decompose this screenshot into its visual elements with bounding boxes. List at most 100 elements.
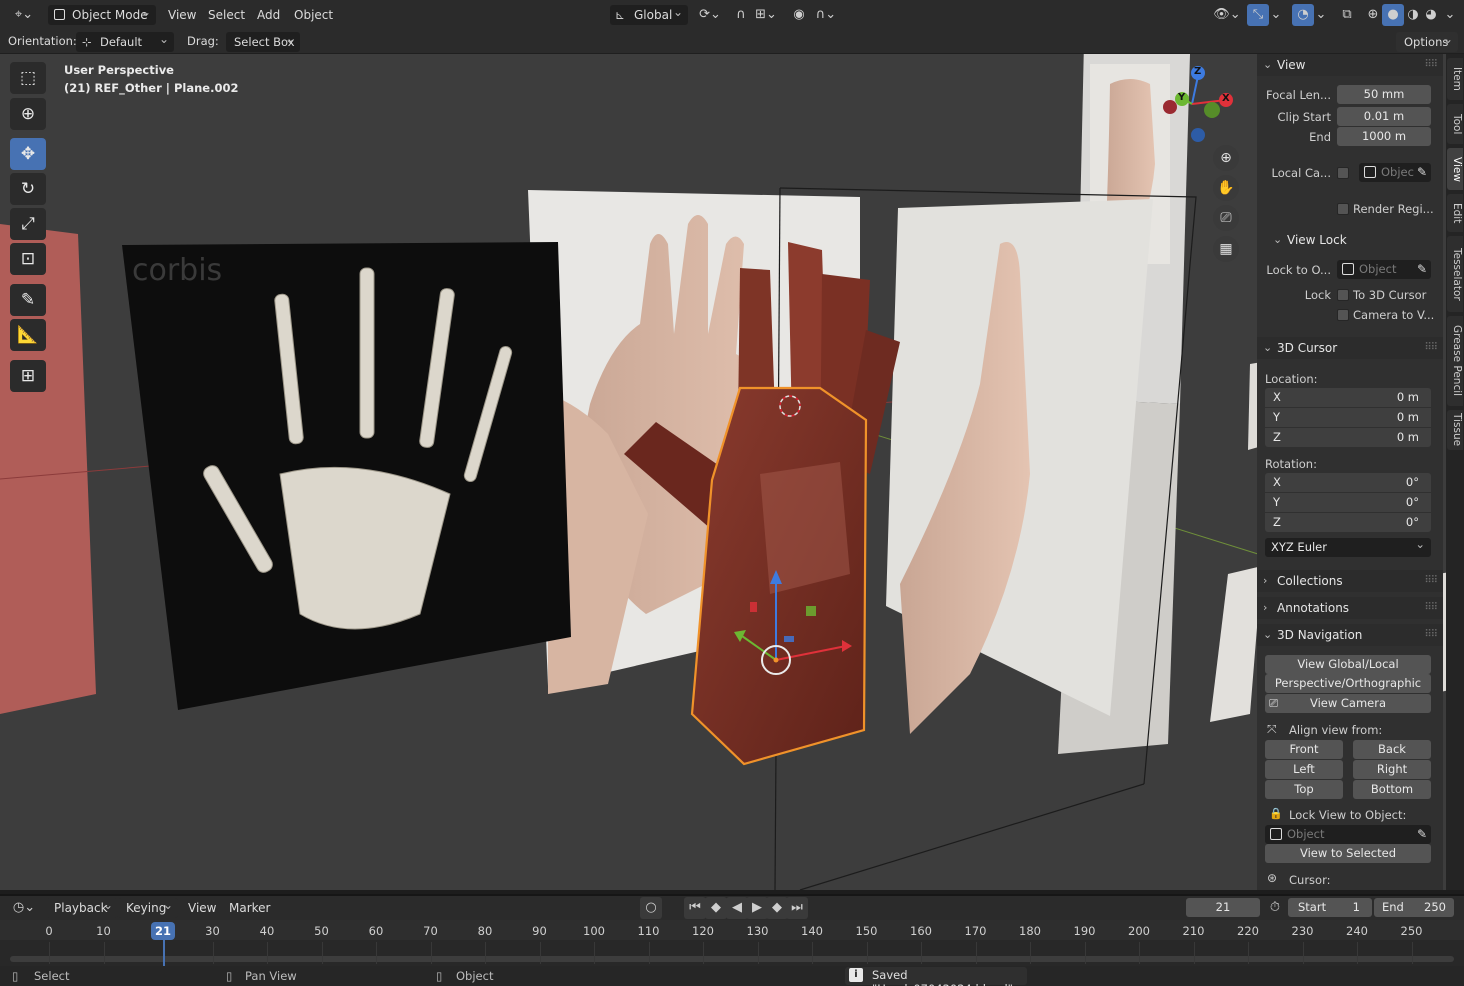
overlay-dropdown-icon[interactable]: ⌄ — [1314, 4, 1328, 26]
marker-menu[interactable]: Marker — [229, 897, 270, 919]
view-lock-header[interactable]: ⌄ View Lock — [1267, 229, 1443, 251]
menu-add[interactable]: Add — [257, 4, 280, 26]
location-x-field[interactable]: X 0 m — [1265, 388, 1431, 407]
drag-grip-icon[interactable]: ⠿⠿ — [1424, 570, 1438, 592]
rotation-mode-dropdown[interactable]: XYZ Euler — [1265, 535, 1431, 557]
falloff-icon[interactable]: ∩⌄ — [812, 4, 840, 26]
view-to-selected-button[interactable]: View to Selected — [1265, 844, 1431, 863]
keying-menu[interactable]: Keying — [118, 895, 178, 918]
scale-tool-icon[interactable]: ⤢ — [10, 208, 46, 240]
clip-end-field[interactable]: 1000 m — [1337, 127, 1431, 146]
snap-target-icon[interactable]: ⊞⌄ — [752, 4, 780, 26]
tab-grease-pencil[interactable]: Grease Pencil — [1447, 316, 1463, 406]
align-right-button[interactable]: Right — [1353, 760, 1431, 779]
pivot-point-icon[interactable]: ⟳⌄ — [696, 4, 724, 26]
drag-grip-icon[interactable]: ⠿⠿ — [1424, 597, 1438, 619]
play-icon[interactable]: ▶ — [746, 897, 768, 919]
playhead-line[interactable] — [163, 938, 165, 966]
menu-view[interactable]: View — [168, 4, 196, 26]
drag-grip-icon[interactable]: ⠿⠿ — [1424, 624, 1438, 646]
location-y-field[interactable]: Y 0 m — [1265, 408, 1431, 427]
tab-view[interactable]: View — [1447, 148, 1463, 190]
wireframe-shading-icon[interactable]: ⊕ — [1362, 4, 1384, 26]
rotate-tool-icon[interactable]: ↻ — [10, 173, 46, 205]
tab-tesselator[interactable]: Tesselator — [1447, 236, 1463, 312]
ortho-grid-icon[interactable]: ▦ — [1213, 236, 1239, 262]
snap-icon[interactable]: ∩ — [730, 4, 752, 26]
add-cube-tool-icon[interactable]: ⊞ — [10, 360, 46, 392]
lock-to-object-field[interactable]: Object ✎ — [1337, 260, 1431, 279]
local-camera-checkbox[interactable] — [1337, 167, 1349, 179]
annotations-panel-header[interactable]: › Annotations ⠿⠿ — [1257, 597, 1443, 619]
view-global-local-button[interactable]: View Global/Local — [1265, 655, 1431, 674]
record-icon[interactable]: ○ — [640, 897, 662, 919]
align-back-button[interactable]: Back — [1353, 740, 1431, 759]
overlay-toggle-icon[interactable]: ◔ — [1292, 4, 1314, 26]
options-dropdown[interactable]: Options — [1396, 29, 1458, 52]
lock-view-object-field[interactable]: Object ✎ — [1265, 825, 1431, 844]
menu-select[interactable]: Select — [208, 4, 245, 26]
align-front-button[interactable]: Front — [1265, 740, 1343, 759]
transform-tool-icon[interactable]: ⊡ — [10, 243, 46, 275]
drag-grip-icon[interactable]: ⠿⠿ — [1424, 54, 1438, 76]
menu-object[interactable]: Object — [294, 4, 333, 26]
eyedropper-icon[interactable]: ✎ — [1417, 163, 1427, 182]
navigation-panel-header[interactable]: ⌄ 3D Navigation ⠿⠿ — [1257, 624, 1443, 646]
view-camera-button[interactable]: ⎚ View Camera — [1265, 694, 1431, 713]
current-frame-field[interactable]: 21 — [1186, 898, 1260, 917]
tab-edit[interactable]: Edit — [1447, 194, 1463, 232]
frame-start-field[interactable]: Start 1 — [1288, 898, 1372, 917]
next-keyframe-icon[interactable]: ◆ — [766, 897, 788, 919]
xray-icon[interactable]: ⧉ — [1336, 4, 1358, 26]
tab-item[interactable]: Item — [1447, 58, 1463, 100]
mode-dropdown[interactable]: Object Mode — [48, 2, 156, 25]
visibility-icon[interactable]: 👁⌄ — [1212, 4, 1242, 26]
play-reverse-icon[interactable]: ◀ — [726, 897, 748, 919]
clip-start-field[interactable]: 0.01 m — [1337, 107, 1431, 126]
collections-panel-header[interactable]: › Collections ⠿⠿ — [1257, 570, 1443, 592]
frame-end-field[interactable]: End 250 — [1374, 898, 1454, 917]
move-tool-icon[interactable]: ✥ — [10, 138, 46, 170]
render-region-checkbox[interactable] — [1337, 203, 1349, 215]
to-3d-cursor-checkbox[interactable] — [1337, 289, 1349, 301]
focal-length-field[interactable]: 50 mm — [1337, 85, 1431, 104]
rendered-shading-icon[interactable]: ◕ — [1420, 4, 1442, 26]
zoom-icon[interactable]: ⊕ — [1213, 145, 1239, 171]
cursor-panel-header[interactable]: ⌄ 3D Cursor ⠿⠿ — [1257, 337, 1443, 359]
location-z-field[interactable]: Z 0 m — [1265, 428, 1431, 447]
tab-tissue[interactable]: Tissue — [1447, 410, 1463, 450]
solid-shading-icon[interactable]: ● — [1382, 4, 1404, 26]
timeline-editor-icon[interactable]: ◷⌄ — [8, 897, 40, 919]
eyedropper-icon[interactable]: ✎ — [1417, 825, 1427, 844]
select-box-tool-icon[interactable]: ⬚ — [10, 62, 46, 94]
stopwatch-icon[interactable]: ⏱ — [1264, 897, 1286, 919]
drag-grip-icon[interactable]: ⠿⠿ — [1424, 337, 1438, 359]
transform-orientation-dropdown[interactable]: ⊾ Global — [610, 2, 688, 25]
jump-end-icon[interactable]: ⏭ — [786, 897, 808, 919]
shading-dropdown-icon[interactable]: ⌄ — [1442, 4, 1458, 26]
annotate-tool-icon[interactable]: ✎ — [10, 284, 46, 316]
camera-view-icon[interactable]: ⎚ — [1213, 205, 1239, 231]
timeline-scrollbar[interactable] — [10, 956, 1454, 962]
align-left-button[interactable]: Left — [1265, 760, 1343, 779]
measure-tool-icon[interactable]: 📐 — [10, 319, 46, 351]
prev-keyframe-icon[interactable]: ◆ — [705, 897, 727, 919]
align-bottom-button[interactable]: Bottom — [1353, 780, 1431, 799]
drag-dropdown[interactable]: Select Box — [226, 29, 300, 52]
editor-type-button[interactable]: ⌖⌄ — [8, 4, 40, 26]
view-panel-header[interactable]: ⌄ View ⠿⠿ — [1257, 54, 1443, 76]
cursor-tool-icon[interactable]: ⊕ — [10, 98, 46, 130]
timeline-view-menu[interactable]: View — [188, 897, 216, 919]
rotation-z-field[interactable]: Z 0° — [1265, 513, 1431, 532]
eyedropper-icon[interactable]: ✎ — [1417, 260, 1427, 279]
gizmo-dropdown-icon[interactable]: ⌄ — [1269, 4, 1283, 26]
tab-tool[interactable]: Tool — [1447, 104, 1463, 144]
gizmo-toggle-icon[interactable]: ⤡ — [1247, 4, 1269, 26]
orientation-dropdown[interactable]: ⊹ Default — [76, 29, 174, 52]
3d-viewport[interactable]: corbis ⬚ ⊕ ✥ ↻ ⤢ ⊡ ✎ 📐 ⊞ User Perspectiv… — [0, 54, 1464, 890]
perspective-orthographic-button[interactable]: Perspective/Orthographic — [1265, 674, 1431, 693]
playback-menu[interactable]: Playback — [46, 895, 118, 918]
proportional-edit-icon[interactable]: ◉ — [788, 4, 810, 26]
align-top-button[interactable]: Top — [1265, 780, 1343, 799]
rotation-y-field[interactable]: Y 0° — [1265, 493, 1431, 512]
